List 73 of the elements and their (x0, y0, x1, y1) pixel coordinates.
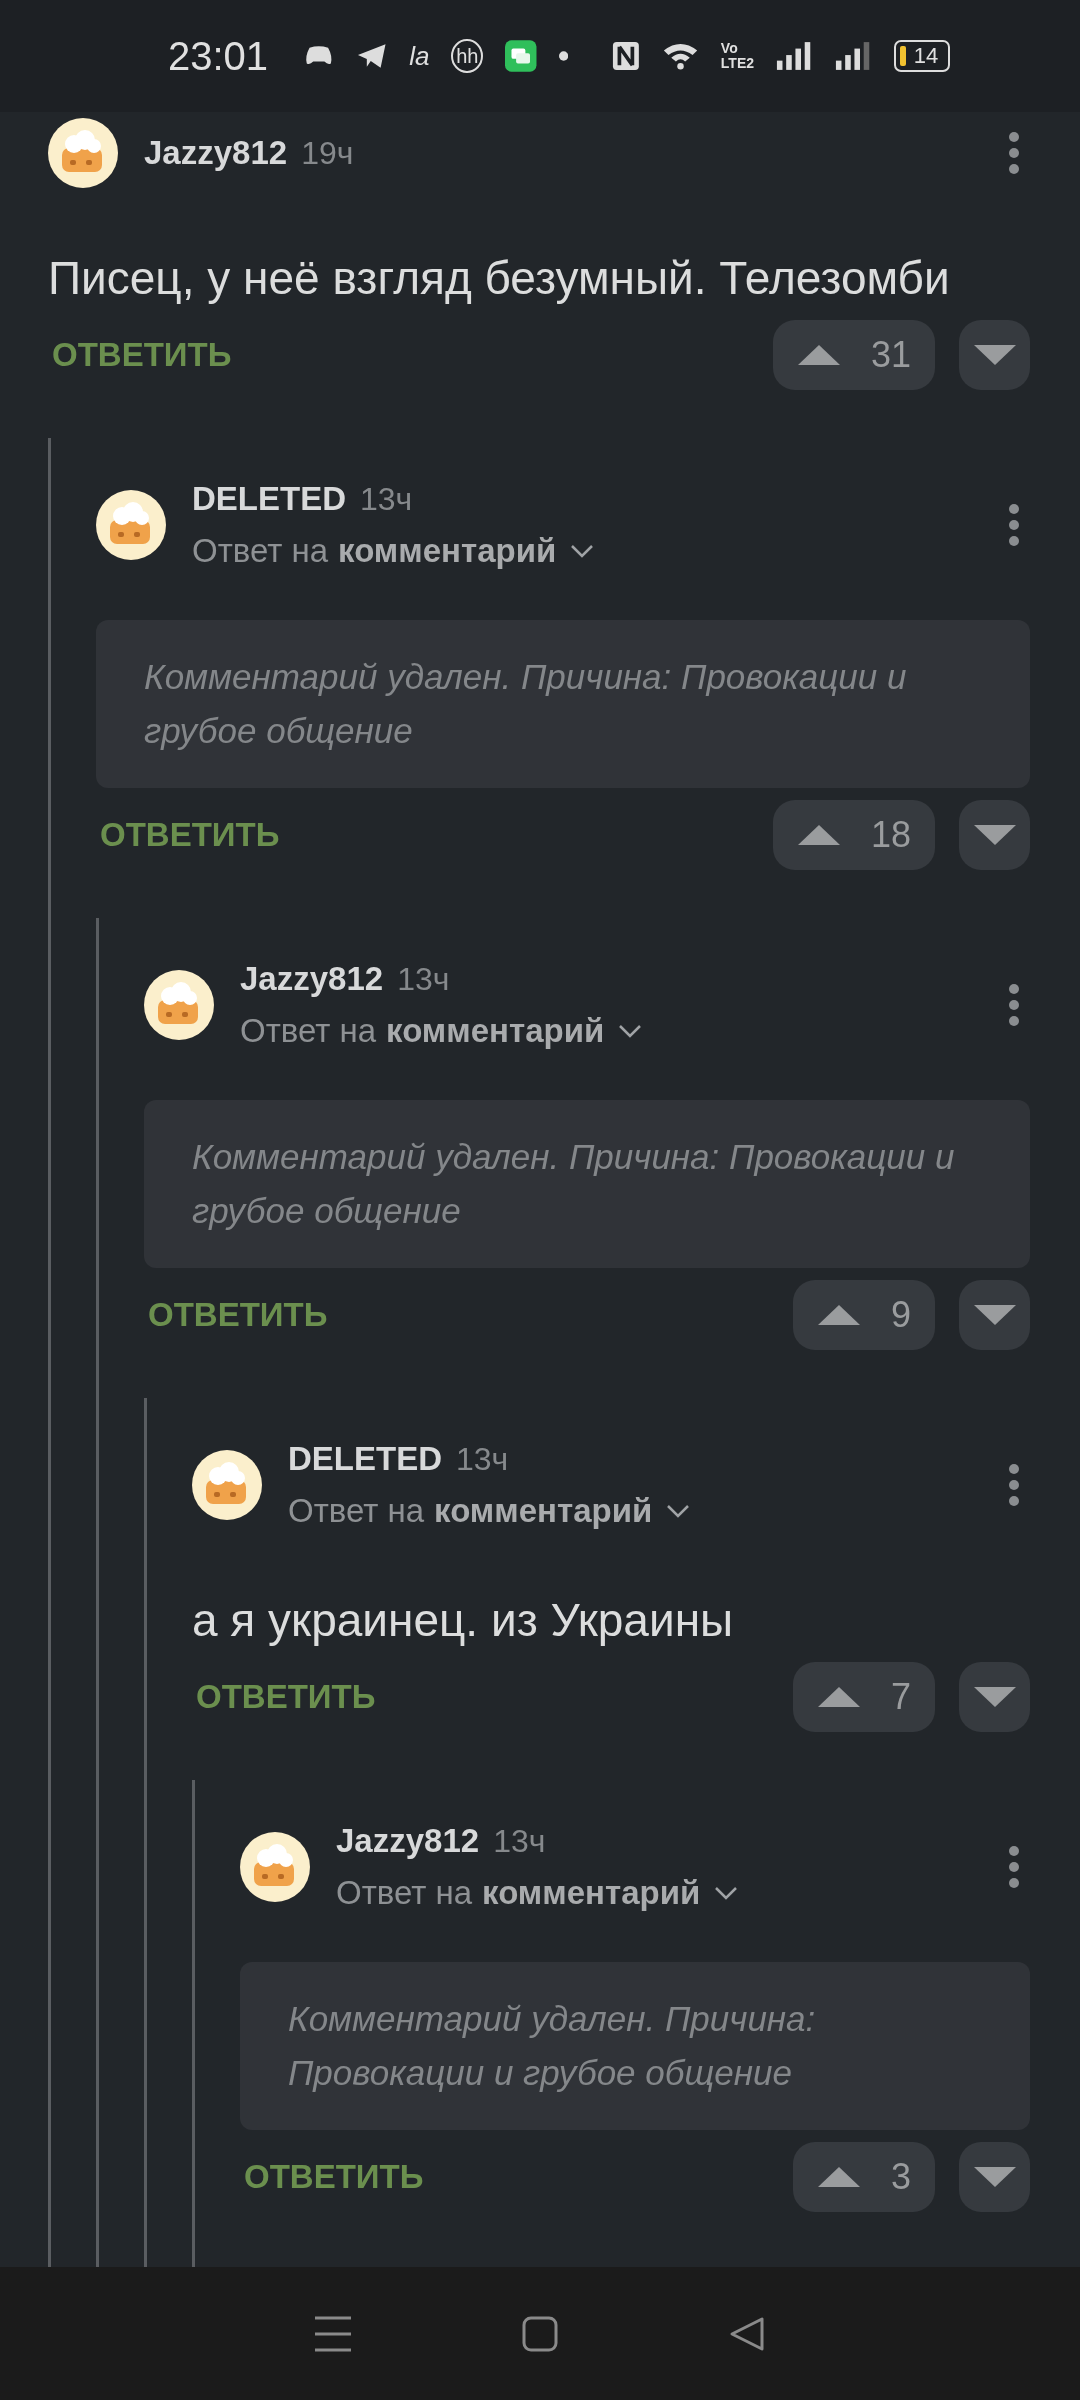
downvote-button[interactable] (959, 2142, 1030, 2212)
back-icon[interactable] (728, 2315, 765, 2352)
upvote-button[interactable]: 7 (792, 1662, 935, 1732)
more-options-icon[interactable] (1008, 503, 1020, 547)
nfc-icon (612, 40, 640, 72)
app-badge: hh (451, 39, 484, 73)
reply-to-label: Ответ на (336, 1874, 473, 1912)
reply-to-label: Ответ на (240, 1012, 377, 1050)
username[interactable]: Jazzy812 (144, 134, 288, 172)
upvote-button[interactable]: 3 (792, 2142, 935, 2212)
reply-link[interactable]: ОТВЕТИТЬ (192, 1678, 769, 1716)
avatar[interactable] (96, 490, 166, 560)
downvote-button[interactable] (959, 1662, 1030, 1732)
username[interactable]: Jazzy812 (240, 960, 384, 998)
more-options-icon[interactable] (1008, 131, 1020, 175)
chevron-down-icon[interactable] (570, 544, 595, 558)
triangle-up-icon (796, 824, 841, 846)
volte-indicator: Vo LTE2 (720, 41, 755, 71)
downvote-button[interactable] (959, 1280, 1030, 1350)
timestamp: 13ч (456, 1441, 509, 1478)
downvote-button[interactable] (959, 800, 1030, 870)
upvote-button[interactable]: 9 (792, 1280, 935, 1350)
parent-comment-link[interactable]: комментарий (386, 1012, 605, 1050)
downvote-button[interactable] (959, 320, 1030, 390)
chevron-down-icon[interactable] (714, 1886, 739, 1900)
triangle-up-icon (816, 1304, 861, 1326)
removed-comment-notice: Комментарий удален. Причина: Провокации и грубое общение (144, 1100, 1030, 1268)
parent-comment-link[interactable]: комментарий (338, 532, 557, 570)
timestamp: 13ч (493, 1823, 546, 1860)
chevron-down-icon[interactable] (618, 1024, 643, 1038)
triangle-down-icon (972, 2166, 1017, 2188)
avatar[interactable] (144, 970, 214, 1040)
chevron-down-icon[interactable] (666, 1504, 691, 1518)
parent-comment-link[interactable]: комментарий (434, 1492, 653, 1530)
triangle-up-icon (796, 344, 841, 366)
reply-to-label: Ответ на (288, 1492, 425, 1530)
removed-comment-notice: Комментарий удален. Причина: Провокации и грубое общение (96, 620, 1030, 788)
username[interactable]: DELETED (192, 480, 346, 518)
triangle-up-icon (816, 1686, 861, 1708)
triangle-up-icon (816, 2166, 861, 2188)
triangle-down-icon (972, 344, 1017, 366)
reply-link[interactable]: ОТВЕТИТЬ (96, 816, 749, 854)
reply-link[interactable]: ОТВЕТИТЬ (240, 2158, 769, 2196)
upvote-button[interactable]: 31 (772, 320, 935, 390)
avatar[interactable] (192, 1450, 262, 1520)
battery-indicator: 14 (894, 40, 950, 72)
avatar[interactable] (240, 1832, 310, 1902)
removed-comment-notice: Комментарий удален. Причина: Провокации и грубое общение (240, 1962, 1030, 2130)
home-icon[interactable] (522, 2315, 558, 2352)
parent-comment-link[interactable]: комментарий (482, 1874, 701, 1912)
timestamp: 13ч (360, 481, 413, 518)
triangle-down-icon (972, 1686, 1017, 1708)
timestamp: 13ч (397, 961, 450, 998)
reply-link[interactable]: ОТВЕТИТЬ (48, 336, 749, 374)
dot-icon (558, 51, 568, 61)
timestamp: 19ч (301, 135, 354, 172)
reply-to-label: Ответ на (192, 532, 329, 570)
comment-text: Писец, у неё взгляд безумный. Телезомби (48, 251, 951, 306)
clock: 23:01 (168, 33, 269, 79)
username[interactable]: DELETED (288, 1440, 442, 1478)
triangle-down-icon (972, 1304, 1017, 1326)
chat-bubbles-icon (505, 39, 537, 73)
app-label: la (409, 40, 430, 72)
triangle-down-icon (972, 824, 1017, 846)
reply-link[interactable]: ОТВЕТИТЬ (144, 1296, 769, 1334)
comment-text: а я украинец. из Украины (192, 1593, 735, 1648)
username[interactable]: Jazzy812 (336, 1822, 480, 1860)
more-options-icon[interactable] (1008, 1463, 1020, 1507)
upvote-button[interactable]: 18 (772, 800, 935, 870)
more-options-icon[interactable] (1008, 1845, 1020, 1889)
more-options-icon[interactable] (1008, 983, 1020, 1027)
avatar[interactable] (48, 118, 118, 188)
menu-icon[interactable] (315, 2315, 352, 2352)
